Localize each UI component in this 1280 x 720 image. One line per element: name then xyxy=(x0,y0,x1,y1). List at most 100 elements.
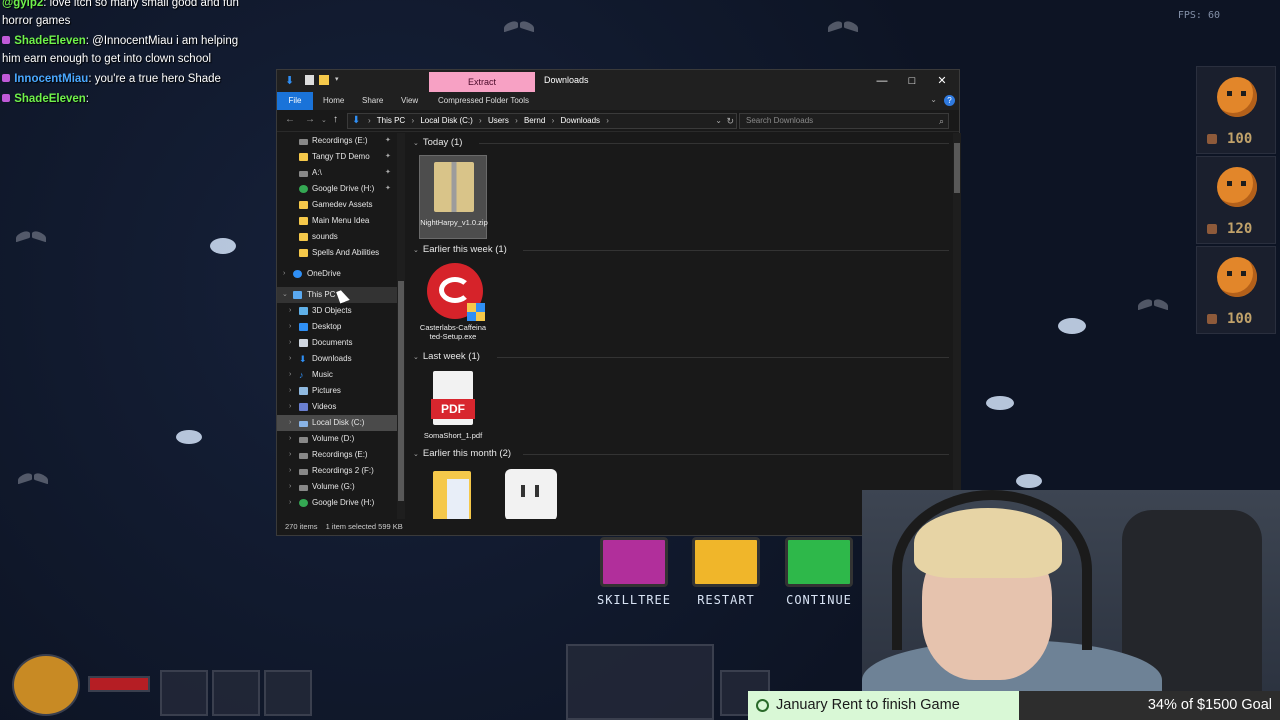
nav-item-a-drive[interactable]: A:\ ✦ xyxy=(277,165,397,181)
breadcrumb-this-pc[interactable]: This PC xyxy=(377,116,405,125)
chevron-right-icon[interactable]: › xyxy=(289,463,291,479)
nav-item-main-menu-idea[interactable]: Main Menu Idea xyxy=(277,213,397,229)
nav-item-gamedev-assets[interactable]: Gamedev Assets xyxy=(277,197,397,213)
nav-item-videos[interactable]: › Videos xyxy=(277,399,397,415)
breadcrumb-separator: › xyxy=(551,116,555,125)
tab-share[interactable]: Share xyxy=(362,92,383,110)
window-title: Downloads xyxy=(544,75,589,85)
goal-title: January Rent to finish Game xyxy=(776,697,960,713)
zip-folder-icon xyxy=(434,162,474,212)
nav-item-recordings-e[interactable]: Recordings (E:) ✦ xyxy=(277,133,397,149)
minimize-button[interactable]: — xyxy=(867,70,897,92)
nav-item-google-drive[interactable]: Google Drive (H:) ✦ xyxy=(277,181,397,197)
new-folder-icon[interactable] xyxy=(319,75,329,85)
tab-view[interactable]: View xyxy=(401,92,418,110)
search-input[interactable]: Search Downloads ⌕ xyxy=(739,113,949,129)
continue-button[interactable]: CONTINUE xyxy=(779,537,859,607)
help-icon[interactable]: ? xyxy=(944,95,955,106)
chevron-right-icon[interactable]: › xyxy=(289,431,291,447)
enemy-hp: 100 xyxy=(1227,131,1253,147)
nav-item-local-disk-c[interactable]: › Local Disk (C:) xyxy=(277,415,397,431)
bat-enemy-icon xyxy=(18,472,48,486)
skilltree-button[interactable]: SKILLTREE xyxy=(594,537,674,607)
expand-ribbon-icon[interactable]: ⌄ xyxy=(930,95,937,104)
group-header-this-week[interactable]: ⌄ Earlier this week (1) xyxy=(413,243,507,257)
nav-item-volume-g[interactable]: › Volume (G:) xyxy=(277,479,397,495)
quick-access-dropdown-icon[interactable]: ▾ xyxy=(335,75,346,87)
extract-context-tab[interactable]: Extract xyxy=(429,72,535,92)
recent-locations-icon[interactable]: ⌄ xyxy=(321,116,327,124)
restart-button[interactable]: RESTART xyxy=(686,537,766,607)
nav-item-downloads[interactable]: › ⬇ Downloads xyxy=(277,351,397,367)
restart-arrow-icon xyxy=(692,537,760,587)
group-header-this-month[interactable]: ⌄ Earlier this month (2) xyxy=(413,447,511,461)
chevron-right-icon[interactable]: › xyxy=(289,479,291,495)
back-arrow-icon[interactable]: ← xyxy=(285,114,295,125)
google-drive-icon xyxy=(299,499,308,507)
enemy-card: 100 xyxy=(1196,246,1276,334)
nav-item-recordings-2-f[interactable]: › Recordings 2 (F:) xyxy=(277,463,397,479)
breadcrumb-downloads[interactable]: Downloads xyxy=(560,116,600,125)
chevron-down-icon[interactable]: ⌄ xyxy=(282,287,288,303)
chevron-right-icon[interactable]: › xyxy=(289,447,291,463)
file-somashort-pdf[interactable]: PDF SomaShort_1.pdf xyxy=(419,369,487,441)
breadcrumb-bernd[interactable]: Bernd xyxy=(524,116,545,125)
file-document[interactable] xyxy=(419,467,487,521)
chat-text: : you're a true hero Shade xyxy=(88,73,221,85)
address-dropdown-icon[interactable]: ⌄ xyxy=(715,114,722,128)
chat-username: @gylp2 xyxy=(2,0,44,9)
nav-item-label: OneDrive xyxy=(307,269,341,278)
nav-scrollbar-thumb[interactable] xyxy=(398,281,404,501)
chevron-right-icon[interactable]: › xyxy=(289,399,291,415)
nav-item-pictures[interactable]: › Pictures xyxy=(277,383,397,399)
nav-item-label: Google Drive (H:) xyxy=(312,184,375,193)
group-header-today[interactable]: ⌄ Today (1) xyxy=(413,136,462,150)
content-scrollbar-thumb[interactable] xyxy=(954,143,960,193)
chevron-right-icon[interactable]: › xyxy=(289,367,291,383)
properties-icon[interactable] xyxy=(305,75,314,85)
file-nightharpy-zip[interactable]: NightHarpy_v1.0.zip xyxy=(419,155,488,239)
tab-compressed-folder-tools[interactable]: Compressed Folder Tools xyxy=(438,92,529,110)
breadcrumb-local-disk[interactable]: Local Disk (C:) xyxy=(420,116,472,125)
close-button[interactable]: ✕ xyxy=(927,70,957,92)
nav-item-documents[interactable]: › Documents xyxy=(277,335,397,351)
tab-file[interactable]: File xyxy=(277,92,313,110)
pdf-badge: PDF xyxy=(431,399,475,419)
nav-item-onedrive[interactable]: › OneDrive xyxy=(277,266,397,282)
nav-item-3d-objects[interactable]: › 3D Objects xyxy=(277,303,397,319)
up-arrow-icon[interactable]: ↑ xyxy=(333,114,338,125)
group-header-last-week[interactable]: ⌄ Last week (1) xyxy=(413,350,480,364)
refresh-icon[interactable]: ↻ xyxy=(726,114,734,128)
maximize-button[interactable]: □ xyxy=(897,70,927,92)
tab-home[interactable]: Home xyxy=(323,92,344,110)
chevron-right-icon[interactable]: › xyxy=(289,319,291,335)
chevron-right-icon[interactable]: › xyxy=(289,303,291,319)
forward-arrow-icon[interactable]: → xyxy=(305,114,315,125)
chevron-right-icon[interactable]: › xyxy=(289,495,291,511)
nav-item-recordings-e-drive[interactable]: › Recordings (E:) xyxy=(277,447,397,463)
nav-item-desktop[interactable]: › Desktop xyxy=(277,319,397,335)
nav-item-sounds[interactable]: sounds xyxy=(277,229,397,245)
nav-item-google-drive-h[interactable]: › Google Drive (H:) xyxy=(277,495,397,511)
nav-item-label: Recordings (E:) xyxy=(312,136,368,145)
enemy-card: 120 xyxy=(1196,156,1276,244)
address-bar[interactable]: ⬇ › This PC › Local Disk (C:) › Users › … xyxy=(347,113,737,129)
file-app-icon[interactable] xyxy=(497,467,565,521)
content-scrollbar[interactable] xyxy=(953,133,961,521)
file-casterlabs-setup[interactable]: Casterlabs-Caffeinated-Setup.exe xyxy=(419,261,487,345)
nav-scrollbar[interactable] xyxy=(397,133,405,521)
chevron-down-icon: ⌄ xyxy=(413,140,419,147)
orange-enemy-icon xyxy=(1217,77,1257,117)
nav-item-tangy-td-demo[interactable]: Tangy TD Demo ✦ xyxy=(277,149,397,165)
chevron-right-icon[interactable]: › xyxy=(289,335,291,351)
chevron-right-icon[interactable]: › xyxy=(289,383,291,399)
nav-item-spells-and-abilities[interactable]: Spells And Abilities xyxy=(277,245,397,261)
chevron-right-icon[interactable]: › xyxy=(289,415,291,431)
chevron-right-icon[interactable]: › xyxy=(283,266,285,282)
nav-item-volume-d[interactable]: › Volume (D:) xyxy=(277,431,397,447)
nav-item-music[interactable]: › ♪ Music xyxy=(277,367,397,383)
chevron-right-icon[interactable]: › xyxy=(289,351,291,367)
breadcrumb-users[interactable]: Users xyxy=(488,116,509,125)
music-note-icon: ♪ xyxy=(299,370,304,380)
nav-item-label: Videos xyxy=(312,402,337,411)
